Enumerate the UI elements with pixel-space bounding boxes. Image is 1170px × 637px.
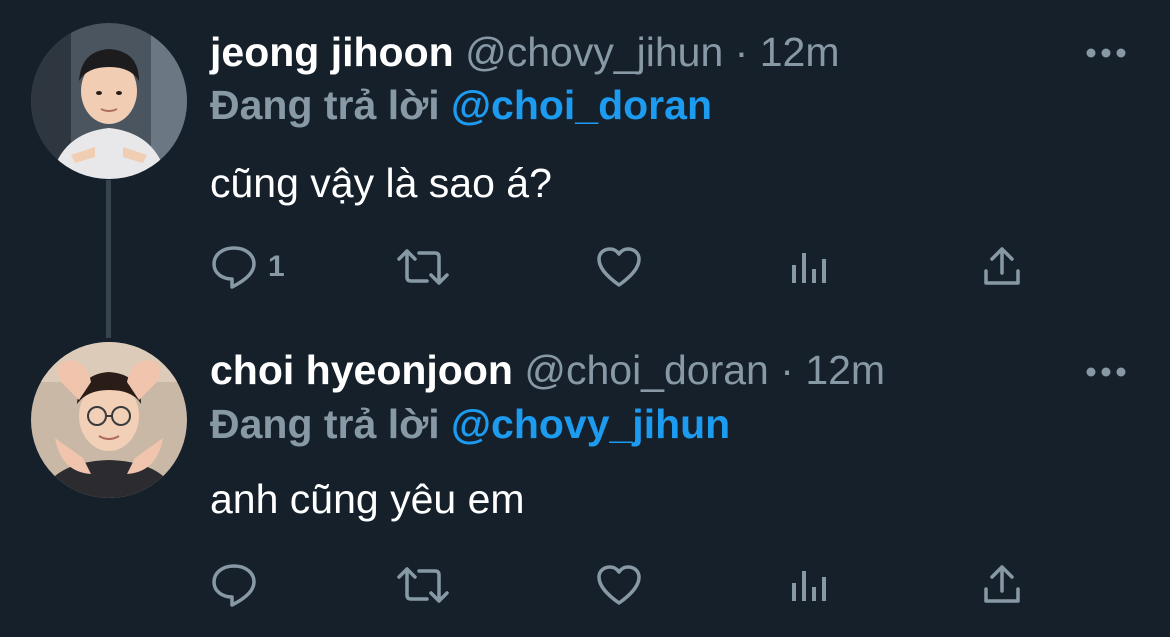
stats-icon xyxy=(792,253,826,283)
tweet[interactable]: jeong jihoon @chovy_jihun · 12m Đang trả… xyxy=(0,0,1170,322)
like-icon xyxy=(597,565,641,605)
more-icon xyxy=(1086,48,1126,58)
share-icon xyxy=(984,247,1020,285)
separator-dot: · xyxy=(780,347,794,393)
reply-button[interactable] xyxy=(210,560,268,610)
tweet-header: jeong jihoon @chovy_jihun · 12m xyxy=(210,27,839,77)
replying-to: Đang trả lời @chovy_jihun xyxy=(210,399,730,449)
tweet[interactable]: choi hyeonjoon @choi_doran · 12m Đang tr… xyxy=(0,322,1170,637)
tweet-text: cũng vậy là sao á? xyxy=(210,160,552,206)
reply-count: 1 xyxy=(268,250,285,283)
reply-icon xyxy=(212,564,256,607)
analytics-button[interactable] xyxy=(788,560,830,610)
replying-to: Đang trả lời @choi_doran xyxy=(210,80,712,130)
avatar[interactable] xyxy=(31,342,187,498)
user-handle[interactable]: @choi_doran xyxy=(524,347,769,393)
reply-button[interactable]: 1 xyxy=(210,242,285,292)
separator-dot: · xyxy=(734,29,749,75)
stats-icon xyxy=(792,571,826,601)
more-options-button[interactable] xyxy=(1086,365,1126,377)
replying-to-label: Đang trả lời xyxy=(210,401,440,447)
share-button[interactable] xyxy=(980,560,1024,610)
display-name[interactable]: choi hyeonjoon xyxy=(210,347,513,393)
timestamp[interactable]: 12m xyxy=(760,29,840,75)
replying-to-mention[interactable]: @chovy_jihun xyxy=(451,401,730,447)
more-icon xyxy=(1086,367,1126,377)
retweet-button[interactable] xyxy=(395,242,451,292)
more-options-button[interactable] xyxy=(1086,46,1126,58)
like-icon xyxy=(597,247,641,287)
display-name[interactable]: jeong jihoon xyxy=(210,29,454,75)
retweet-button[interactable] xyxy=(395,560,451,610)
tweet-header: choi hyeonjoon @choi_doran · 12m xyxy=(210,345,885,395)
avatar[interactable] xyxy=(31,23,187,179)
retweet-icon xyxy=(397,249,449,285)
replying-to-label: Đang trả lời xyxy=(210,82,440,128)
reply-icon xyxy=(212,246,256,289)
share-button[interactable] xyxy=(980,242,1024,292)
analytics-button[interactable] xyxy=(788,242,830,292)
retweet-icon xyxy=(397,567,449,603)
tweet-actions: 1 xyxy=(210,242,1040,292)
replying-to-mention[interactable]: @choi_doran xyxy=(451,82,712,128)
like-button[interactable] xyxy=(595,560,643,610)
share-icon xyxy=(984,565,1020,603)
tweet-actions xyxy=(210,560,1040,610)
like-button[interactable] xyxy=(595,242,643,292)
tweet-text: anh cũng yêu em xyxy=(210,476,525,522)
tweet-thread: jeong jihoon @chovy_jihun · 12m Đang trả… xyxy=(0,0,1170,637)
timestamp[interactable]: 12m xyxy=(805,347,885,393)
user-handle[interactable]: @chovy_jihun xyxy=(465,29,723,75)
